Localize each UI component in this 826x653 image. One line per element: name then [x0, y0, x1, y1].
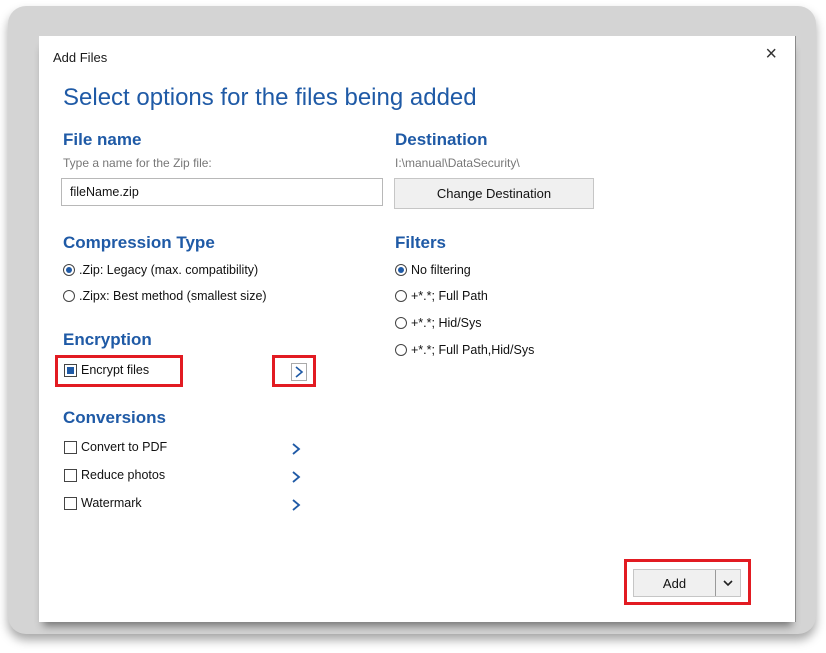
highlight-add-button	[624, 559, 751, 605]
conversions-heading: Conversions	[63, 408, 166, 427]
highlight-encrypt-files	[55, 355, 183, 387]
file-name-hint: Type a name for the Zip file:	[63, 156, 212, 170]
watermark-chevron-icon[interactable]	[289, 497, 303, 513]
filters-heading: Filters	[395, 233, 447, 252]
reduce-photos-checkbox[interactable]: Reduce photos	[64, 468, 165, 482]
filter-option-hid-sys[interactable]: +*.*; Hid/Sys	[395, 316, 482, 330]
filter-option-label: +*.*; Hid/Sys	[411, 316, 482, 330]
compression-option-zip[interactable]: .Zip: Legacy (max. compatibility)	[63, 263, 258, 277]
filter-option-full-path[interactable]: +*.*; Full Path	[395, 289, 488, 303]
filter-option-no-filtering[interactable]: No filtering	[395, 263, 471, 277]
filter-option-label: No filtering	[411, 263, 471, 277]
conversion-label: Convert to PDF	[81, 440, 168, 454]
convert-to-pdf-chevron-icon[interactable]	[289, 441, 303, 457]
conversion-label: Watermark	[81, 496, 142, 510]
radio-unselected[interactable]	[395, 344, 407, 356]
filter-option-full-path-hid-sys[interactable]: +*.*; Full Path,Hid/Sys	[395, 343, 534, 357]
reduce-photos-chevron-icon[interactable]	[289, 469, 303, 485]
page-title: Select options for the files being added	[63, 84, 477, 111]
filter-option-label: +*.*; Full Path,Hid/Sys	[411, 343, 535, 357]
file-name-input[interactable]	[61, 178, 383, 206]
checkbox-unchecked[interactable]	[64, 496, 77, 510]
highlight-encryption-chevron	[272, 355, 316, 387]
destination-path: I:\manual\DataSecurity\	[395, 156, 520, 170]
radio-unselected[interactable]	[63, 290, 75, 302]
radio-unselected[interactable]	[395, 290, 407, 302]
watermark-checkbox[interactable]: Watermark	[64, 496, 142, 510]
dialog-title: Add Files	[53, 50, 108, 65]
convert-to-pdf-checkbox[interactable]: Convert to PDF	[64, 440, 167, 454]
encryption-heading: Encryption	[63, 330, 152, 349]
close-icon[interactable]: ×	[765, 44, 777, 64]
conversion-label: Reduce photos	[81, 468, 166, 482]
compression-option-label: .Zipx: Best method (smallest size)	[79, 289, 267, 303]
destination-heading: Destination	[395, 130, 488, 149]
filter-option-label: +*.*; Full Path	[411, 289, 488, 303]
checkbox-unchecked[interactable]	[64, 468, 77, 482]
compression-type-heading: Compression Type	[63, 233, 215, 252]
change-destination-button[interactable]: Change Destination	[394, 178, 594, 209]
add-files-dialog: Add Files × Select options for the files…	[39, 36, 796, 622]
radio-unselected[interactable]	[395, 317, 407, 329]
checkbox-unchecked[interactable]	[64, 440, 77, 454]
file-name-heading: File name	[63, 130, 142, 149]
radio-selected[interactable]	[63, 264, 75, 276]
compression-option-label: .Zip: Legacy (max. compatibility)	[79, 263, 259, 277]
radio-selected[interactable]	[395, 264, 407, 276]
compression-option-zipx[interactable]: .Zipx: Best method (smallest size)	[63, 289, 267, 303]
